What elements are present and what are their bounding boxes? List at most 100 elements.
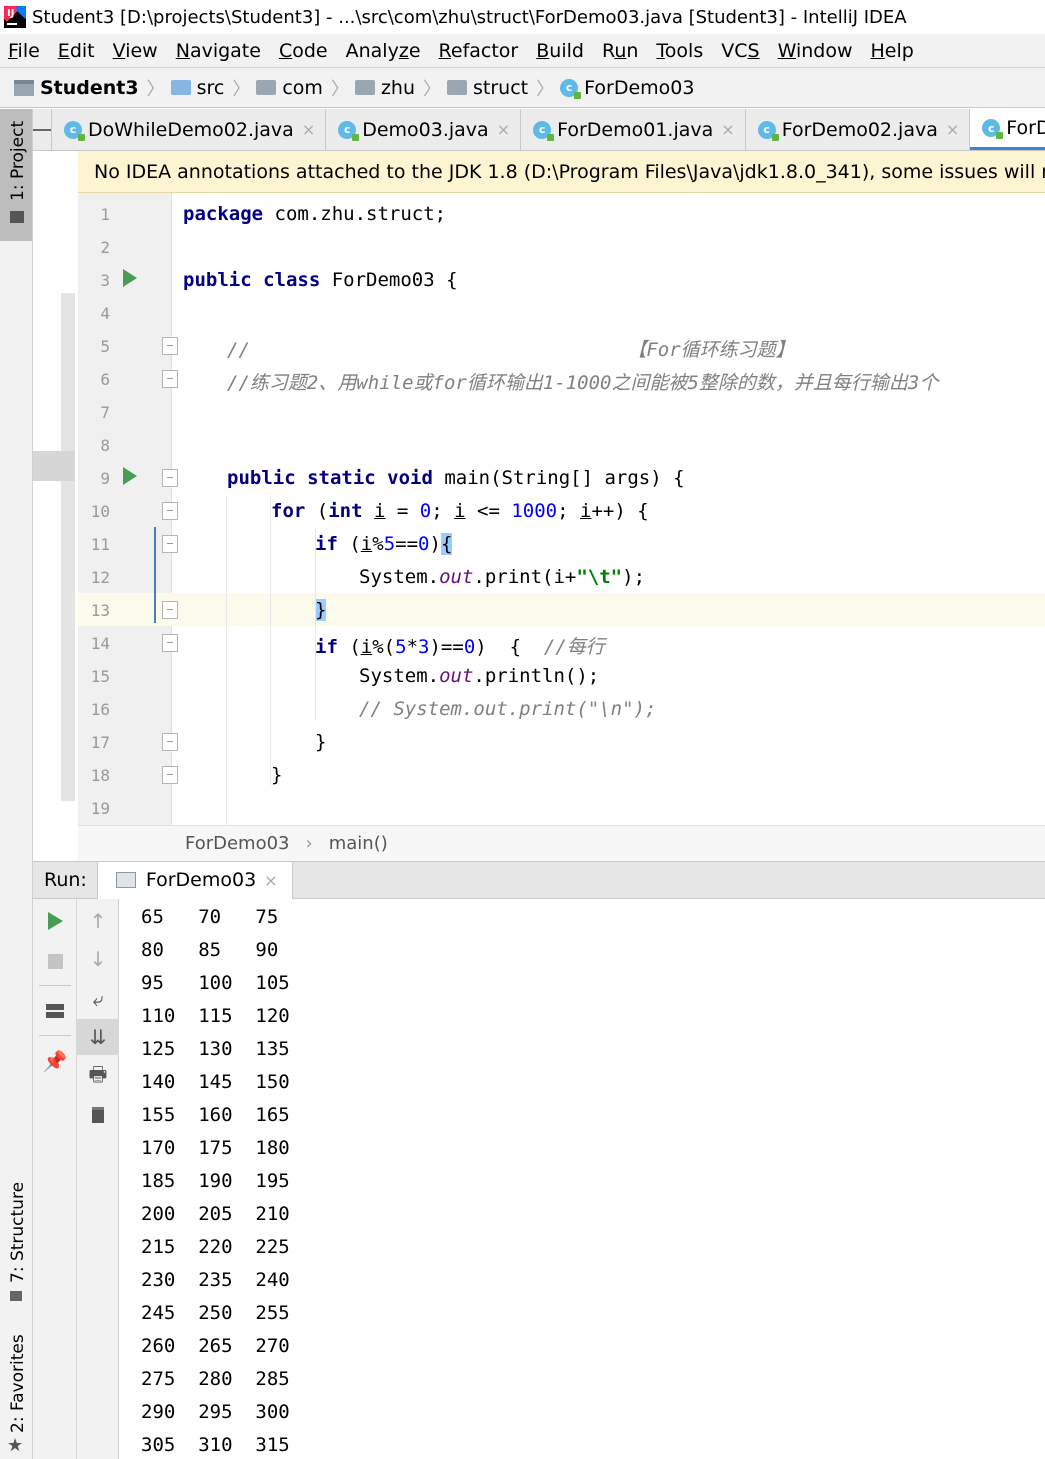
menu-item-8[interactable]: Run [602, 40, 638, 62]
fold-marker-icon[interactable] [162, 634, 178, 652]
code-text: //练习题2、用while或for循环输出1-1000之间能被5整除的数，并且每… [227, 372, 939, 394]
window-title: Student3 [D:\projects\Student3] - ...\sr… [32, 6, 907, 28]
console-line: 305 310 315 [141, 1434, 290, 1456]
print-button[interactable]: 🖶 [77, 1059, 119, 1095]
menu-item-4[interactable]: Code [279, 40, 328, 62]
line-number: 13 [90, 601, 110, 620]
trash-icon [92, 1107, 104, 1123]
console-line: 170 175 180 [141, 1137, 290, 1159]
editor-tab-1[interactable]: c Demo03.java × [326, 109, 522, 150]
close-icon[interactable]: × [721, 120, 734, 139]
scroll-to-end-button[interactable]: ⇊ [77, 1019, 119, 1055]
menu-item-0[interactable]: File [8, 40, 40, 62]
code-line[interactable]: 4 [78, 296, 1045, 329]
minimize-icon[interactable] [33, 109, 52, 150]
close-icon[interactable]: × [264, 871, 277, 890]
console-line: 215 220 225 [141, 1236, 290, 1258]
code-line[interactable]: 2 [78, 230, 1045, 263]
fold-marker-icon[interactable] [162, 337, 178, 355]
package-folder-icon [354, 80, 375, 95]
close-icon[interactable]: × [302, 120, 315, 139]
structure-tool-tab[interactable]: 7: Structure [0, 1182, 32, 1309]
arrow-down-icon: ↓ [89, 947, 107, 971]
code-line[interactable]: 9 public static void main(String[] args) … [78, 461, 1045, 494]
fold-marker-icon[interactable] [162, 733, 178, 751]
stop-button[interactable] [33, 943, 77, 979]
fold-marker-icon[interactable] [162, 370, 178, 388]
run-gutter-icon[interactable] [123, 269, 137, 287]
fold-marker-icon[interactable] [162, 766, 178, 784]
menu-item-10[interactable]: VCS [721, 40, 759, 62]
code-line[interactable]: 1 package com.zhu.struct; [78, 197, 1045, 230]
code-line[interactable]: 13} [78, 593, 1045, 626]
scroll-position-marker [33, 451, 75, 481]
console-line: 230 235 240 [141, 1269, 290, 1291]
menu-item-1[interactable]: Edit [58, 40, 95, 62]
up-button[interactable]: ↑ [77, 903, 119, 939]
code-line[interactable]: 7 [78, 395, 1045, 428]
close-icon[interactable]: × [946, 120, 959, 139]
editor-crumb-class[interactable]: ForDemo03 [185, 833, 290, 854]
favorites-tool-tab[interactable]: 2: Favorites ★ [0, 1334, 32, 1459]
code-line[interactable]: 18} [78, 758, 1045, 791]
breadcrumb-class[interactable]: c ForDemo03 [560, 77, 694, 99]
java-class-icon: c [533, 120, 555, 141]
rerun-button[interactable] [33, 903, 77, 939]
fold-marker-icon[interactable] [162, 469, 178, 487]
line-number: 12 [90, 568, 110, 587]
run-toolbar-secondary: ↑ ↓ ⤶ ⇊ 🖶 [77, 899, 119, 1459]
code-line[interactable]: 10 for (int i = 0; i <= 1000; i++) { [78, 494, 1045, 527]
breadcrumb-struct[interactable]: struct 〉 [447, 75, 554, 101]
menu-item-6[interactable]: Refactor [439, 40, 519, 62]
clear-all-button[interactable] [77, 1097, 119, 1133]
code-line[interactable]: 14 if (i%(5*3)==0) { //每行 [78, 626, 1045, 659]
code-line[interactable]: 16 // System.out.print("\n"); [78, 692, 1045, 725]
menu-item-2[interactable]: View [113, 40, 158, 62]
code-line[interactable]: 12 System.out.print(i+"\t"); [78, 560, 1045, 593]
editor-tab-0[interactable]: c DoWhileDemo02.java × [52, 109, 327, 150]
breadcrumb-project[interactable]: Student3 〉 [14, 75, 165, 101]
intellij-idea-icon: IJ [4, 6, 26, 28]
editor-tab-4[interactable]: cForDem [970, 109, 1045, 150]
soft-wrap-button[interactable]: ⤶ [77, 981, 119, 1017]
editor-scrollbar[interactable] [61, 293, 75, 801]
code-line[interactable]: 11 if (i%5==0){ [78, 527, 1045, 560]
fold-marker-icon[interactable] [162, 535, 178, 553]
menu-item-3[interactable]: Navigate [176, 40, 261, 62]
code-line[interactable]: 17} [78, 725, 1045, 758]
console-line: 200 205 210 [141, 1203, 290, 1225]
menu-item-5[interactable]: Analyze [346, 40, 421, 62]
editor-tab-3[interactable]: c ForDemo02.java × [746, 109, 971, 150]
down-button[interactable]: ↓ [77, 941, 119, 977]
code-line[interactable]: 5 // 【For循环练习题】 [78, 329, 1045, 362]
menu-item-11[interactable]: Window [778, 40, 853, 62]
fold-marker-icon[interactable] [162, 502, 178, 520]
project-tool-tab[interactable]: 1: Project [0, 109, 32, 241]
line-number: 4 [100, 304, 110, 323]
menu-item-12[interactable]: Help [870, 40, 913, 62]
code-line[interactable]: 6 //练习题2、用while或for循环输出1-1000之间能被5整除的数，并且… [78, 362, 1045, 395]
chevron-right-icon: › [305, 833, 313, 854]
pin-button[interactable]: 📌 [33, 1043, 77, 1079]
editor-crumb-method[interactable]: main() [329, 833, 388, 854]
code-line[interactable]: 15 System.out.println(); [78, 659, 1045, 692]
fold-marker-icon[interactable] [162, 601, 178, 619]
layout-button[interactable] [33, 993, 77, 1029]
breadcrumb-com[interactable]: com 〉 [256, 75, 349, 101]
run-tab-fordemo03[interactable]: ForDemo03 × [96, 861, 293, 899]
code-line[interactable]: 8 [78, 428, 1045, 461]
breadcrumb-src[interactable]: src 〉 [170, 75, 250, 101]
close-icon[interactable]: × [497, 120, 510, 139]
console-output[interactable]: 65 70 75 80 85 90 95 100 105 110 115 120 125… [120, 899, 1045, 1459]
menu-item-9[interactable]: Tools [656, 40, 703, 62]
menu-item-7[interactable]: Build [536, 40, 584, 62]
editor-tab-2[interactable]: c ForDemo01.java × [521, 109, 746, 150]
code-text: if (i%(5*3)==0) { //每行 [315, 636, 605, 658]
code-line[interactable]: 19 [78, 791, 1045, 824]
breadcrumb-zhu[interactable]: zhu 〉 [354, 75, 441, 101]
run-gutter-icon[interactable] [123, 467, 137, 485]
line-number: 7 [100, 403, 110, 422]
code-editor[interactable]: 1 package com.zhu.struct; 2 3 public class F… [33, 193, 1045, 825]
code-line[interactable]: 3 public class ForDemo03 { [78, 263, 1045, 296]
java-class-icon: c [64, 120, 85, 141]
